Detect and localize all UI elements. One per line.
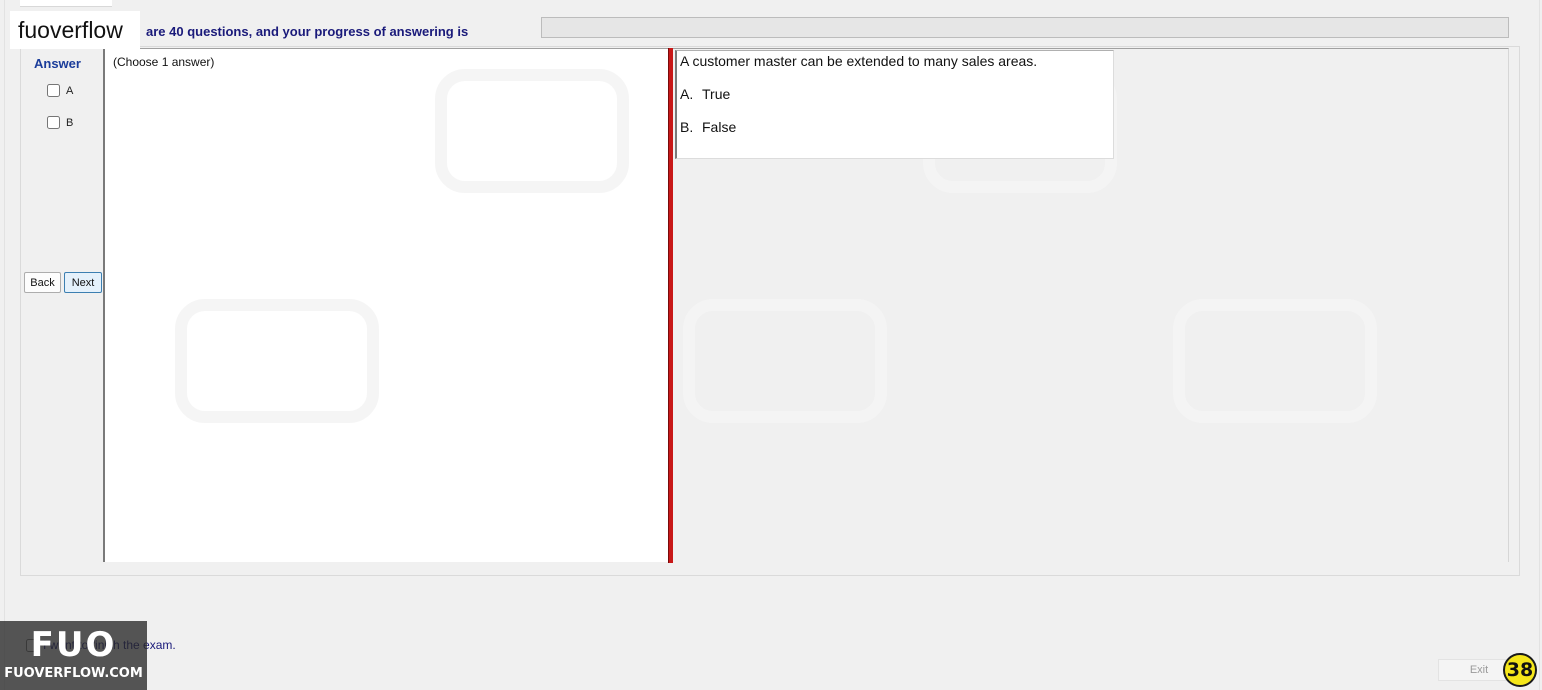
answer-input-area[interactable]: (Choose 1 answer) xyxy=(103,48,669,562)
page-number-badge: 38 xyxy=(1503,653,1537,687)
watermark-icon xyxy=(435,69,629,193)
question-option-a: A. True xyxy=(680,86,730,102)
logo-domain: FUOVERFLOW.COM xyxy=(4,666,143,681)
fuoverflow-logo: FUO FUOVERFLOW.COM xyxy=(0,621,147,690)
question-box: A customer master can be extended to man… xyxy=(675,50,1114,159)
question-option-b: B. False xyxy=(680,119,736,135)
answer-option-b[interactable]: B xyxy=(47,116,73,129)
watermark-icon xyxy=(1173,299,1377,423)
question-text: A customer master can be extended to man… xyxy=(680,53,1038,69)
answer-option-label: B xyxy=(66,116,74,129)
option-text: False xyxy=(702,119,737,135)
answer-option-label: A xyxy=(66,84,74,97)
answer-checkbox-b[interactable] xyxy=(47,116,60,129)
option-letter: A. xyxy=(680,86,694,102)
window-tab xyxy=(20,0,112,7)
choose-instruction: (Choose 1 answer) xyxy=(113,55,215,69)
answer-heading: Answer xyxy=(34,56,81,71)
option-letter: B. xyxy=(680,119,694,135)
watermark-icon xyxy=(683,299,887,423)
progress-bar xyxy=(541,17,1509,38)
answer-option-a[interactable]: A xyxy=(47,84,73,97)
answer-checkbox-a[interactable] xyxy=(47,84,60,97)
pane-divider[interactable] xyxy=(668,48,673,563)
logo-mark: FUO xyxy=(30,625,117,665)
next-button[interactable]: Next xyxy=(64,272,102,293)
option-text: True xyxy=(702,86,731,102)
watermark-icon xyxy=(175,299,379,423)
progress-text: are 40 questions, and your progress of a… xyxy=(146,24,469,39)
back-button[interactable]: Back xyxy=(24,272,61,293)
site-name-badge: fuoverflow xyxy=(10,11,140,49)
